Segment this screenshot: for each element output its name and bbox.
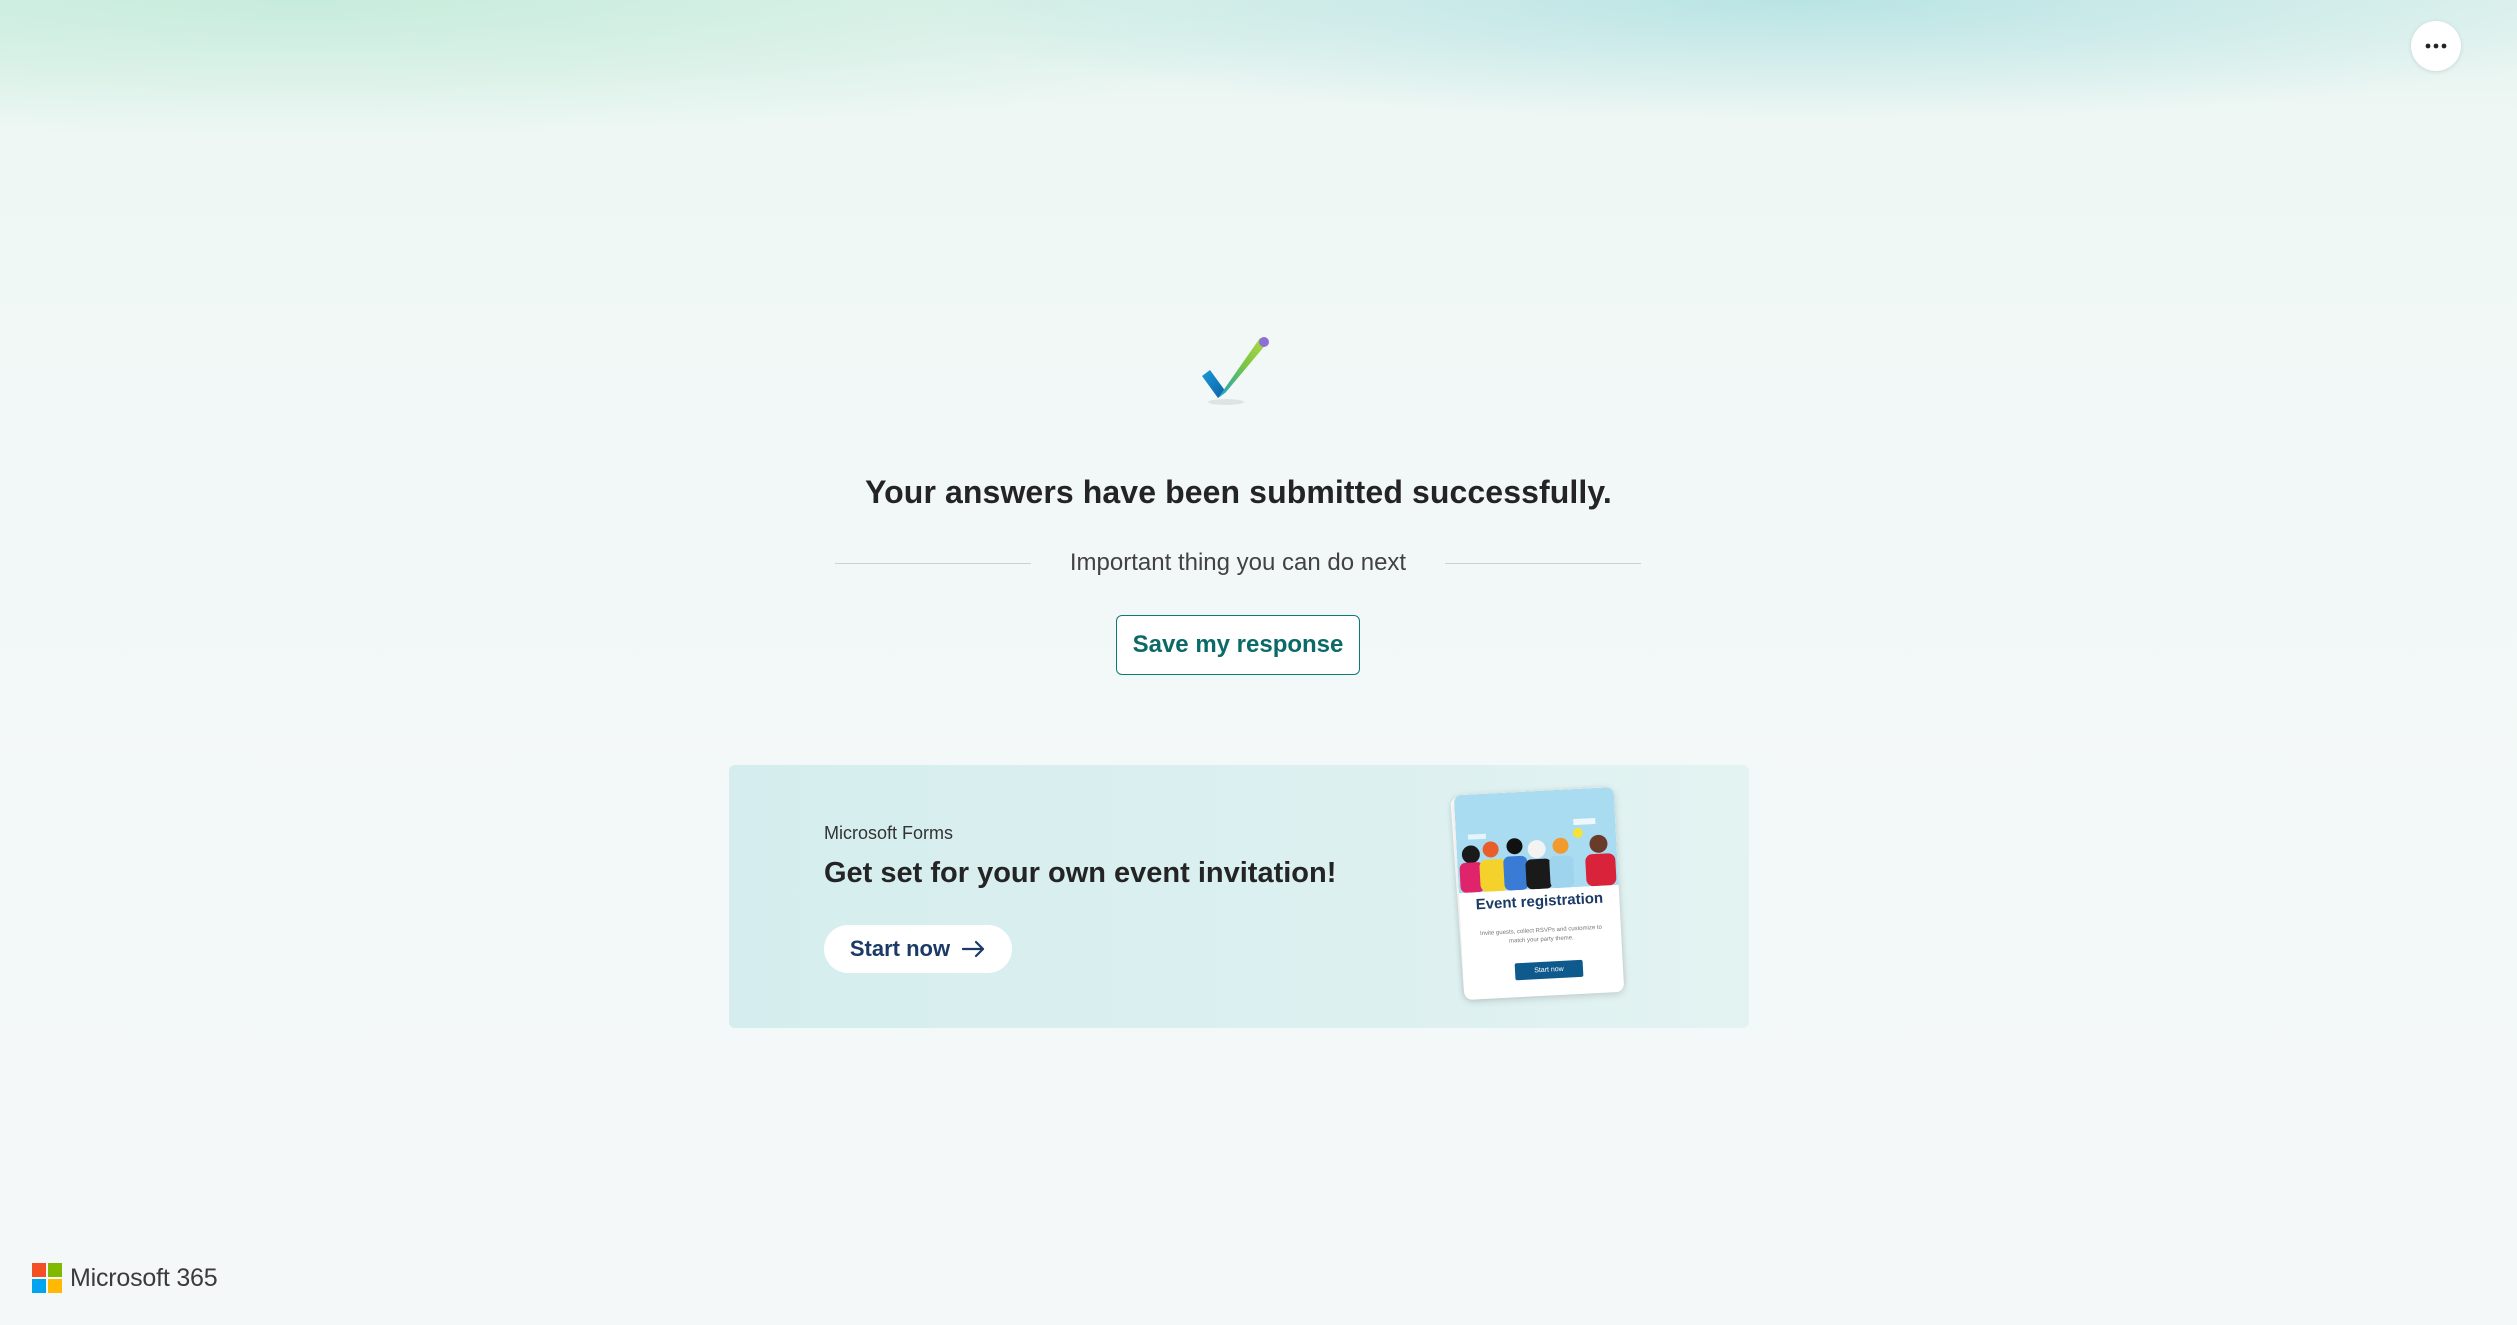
save-response-button[interactable]: Save my response	[1116, 615, 1360, 675]
more-options-button[interactable]	[2411, 21, 2461, 71]
next-step-divider: Important thing you can do next	[835, 545, 1641, 581]
people-illustration	[1453, 786, 1619, 894]
logo-text: Microsoft 365	[70, 1263, 218, 1292]
more-horizontal-icon	[2425, 43, 2447, 49]
event-card-description: Invite guests, collect RSVPs and customi…	[1479, 924, 1603, 945]
promo-banner: Microsoft Forms Get set for your own eve…	[729, 765, 1749, 1028]
start-now-label: Start now	[849, 936, 951, 961]
arrow-right-icon	[962, 940, 985, 958]
promo-headline: Get set for your own event invitation!	[824, 857, 1337, 889]
promo-brand: Microsoft Forms	[824, 823, 954, 843]
divider-line-left	[835, 562, 1031, 564]
microsoft-logo-icon	[32, 1263, 62, 1293]
divider-line-right	[1445, 562, 1641, 564]
event-card-button: Start now	[1514, 959, 1584, 981]
start-now-button[interactable]: Start now	[824, 925, 1012, 973]
microsoft-365-logo: Microsoft 365	[32, 1263, 218, 1293]
next-step-label: Important thing you can do next	[1069, 549, 1407, 576]
event-card-title: Event registration	[1475, 889, 1604, 914]
event-registration-card: Event registration Invite guests, collec…	[1453, 786, 1625, 1001]
confirmation-title: Your answers have been submitted success…	[865, 474, 1612, 510]
checkmark-icon	[1202, 337, 1269, 405]
